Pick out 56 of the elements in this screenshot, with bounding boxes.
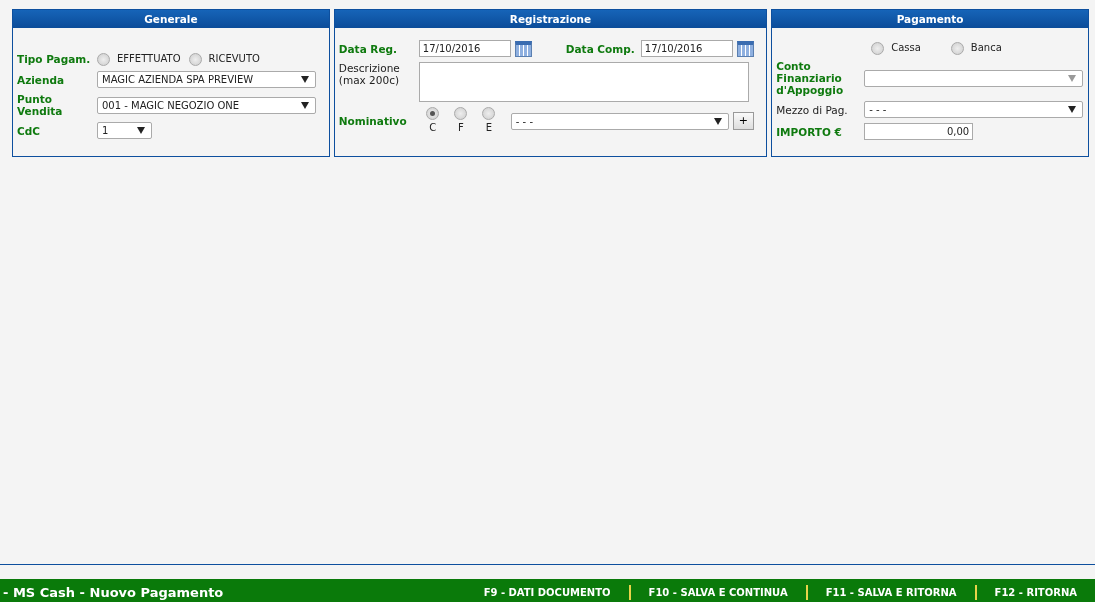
- panel-title: Registrazione: [334, 10, 767, 28]
- option-label: C: [429, 121, 437, 135]
- shortcut-link[interactable]: F10 - SALVA E CONTINUA: [628, 585, 806, 600]
- dropdown-value: - - -: [869, 103, 887, 117]
- app-title: - MS Cash - Nuovo Pagamento: [3, 583, 224, 602]
- shortcut-link[interactable]: F9 - DATI DOCUMENTO: [465, 585, 629, 600]
- field-label: Descrizione (max 200c): [338, 62, 401, 86]
- dropdown[interactable]: - - -: [510, 112, 729, 130]
- field-label: Punto Vendita: [17, 93, 64, 117]
- radio-button[interactable]: [188, 53, 202, 66]
- panel-title: Generale: [13, 10, 329, 28]
- radio-button[interactable]: [482, 107, 496, 120]
- caret-icon: [1068, 74, 1077, 82]
- date-field[interactable]: 17/10/2016: [418, 40, 511, 57]
- radio-button[interactable]: [454, 107, 468, 120]
- option-label: EFFETTUATO: [117, 52, 181, 66]
- field-label: IMPORTO €: [776, 125, 843, 138]
- option-label: Banca: [970, 41, 1002, 55]
- caret-icon: [301, 76, 309, 83]
- amount-field[interactable]: 0,00: [864, 123, 974, 140]
- option-label: Cassa: [891, 41, 921, 55]
- radio-button[interactable]: [426, 107, 440, 120]
- option-label: RICEVUTO: [208, 52, 260, 66]
- option-label: F: [457, 121, 464, 135]
- field-label: Mezzo di Pag.: [776, 103, 849, 116]
- field-label: Azienda: [17, 73, 66, 86]
- caret-icon: [1068, 106, 1077, 113]
- field-label: CdC: [17, 124, 41, 137]
- dropdown[interactable]: 1: [97, 122, 152, 139]
- caret-icon: [713, 117, 722, 125]
- field-label: Tipo Pagam.: [17, 52, 92, 65]
- field-label: Conto Finanziario d'Appoggio: [776, 60, 845, 96]
- dropdown-value: - - -: [515, 114, 533, 129]
- dropdown-value: MAGIC AZIENDA SPA PREVIEW: [102, 73, 254, 87]
- field-label: Data Comp.: [565, 42, 636, 55]
- field-label: Data Reg.: [338, 42, 399, 55]
- text-area[interactable]: [418, 62, 749, 102]
- calendar-icon[interactable]: [514, 40, 532, 57]
- calendar-icon[interactable]: [736, 40, 754, 57]
- caret-icon: [137, 127, 145, 134]
- dropdown-value: 001 - MAGIC NEGOZIO ONE: [102, 98, 240, 113]
- radio-button[interactable]: [950, 42, 964, 55]
- radio-button[interactable]: [871, 42, 885, 55]
- dropdown[interactable]: 001 - MAGIC NEGOZIO ONE: [97, 96, 316, 114]
- date-field[interactable]: 17/10/2016: [640, 40, 733, 57]
- caret-icon: [301, 101, 309, 109]
- dropdown-value: 1: [102, 124, 109, 138]
- add-button[interactable]: +: [732, 112, 754, 130]
- shortcut-link[interactable]: F12 - RITORNA: [974, 585, 1095, 600]
- field-label: Nominativo: [338, 115, 408, 127]
- radio-button[interactable]: [97, 53, 110, 66]
- dropdown[interactable]: MAGIC AZIENDA SPA PREVIEW: [97, 71, 316, 88]
- option-label: E: [485, 121, 492, 135]
- panel-title: Pagamento: [772, 10, 1088, 28]
- shortcut-link[interactable]: F11 - SALVA E RITORNA: [805, 585, 975, 600]
- dropdown[interactable]: - - -: [864, 101, 1084, 118]
